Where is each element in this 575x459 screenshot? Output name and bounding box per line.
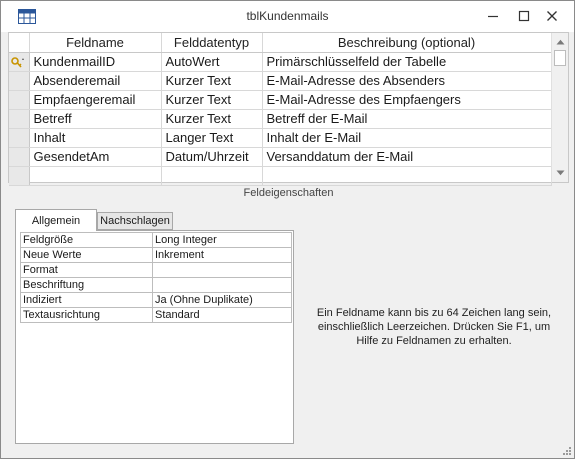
row-selector[interactable] <box>9 90 30 110</box>
field-row[interactable]: GesendetAm Datum/Uhrzeit Versanddatum de… <box>9 147 552 167</box>
scrollbar-thumb[interactable] <box>554 50 566 66</box>
vertical-scrollbar[interactable] <box>551 33 568 182</box>
property-name[interactable]: Indiziert <box>20 292 153 308</box>
property-row[interactable]: Feldgröße Long Integer <box>20 232 292 248</box>
column-header-data-type: Felddatentyp <box>161 33 263 53</box>
select-all-corner[interactable] <box>9 33 30 53</box>
field-table: Feldname Felddatentyp Beschreibung (opti… <box>9 33 552 186</box>
property-row[interactable]: Beschriftung <box>20 277 292 293</box>
property-value[interactable]: Standard <box>152 307 292 323</box>
column-header-description: Beschreibung (optional) <box>262 33 552 53</box>
tab-general[interactable]: Allgemein <box>15 209 97 231</box>
row-selector[interactable] <box>9 71 30 91</box>
row-selector[interactable] <box>9 147 30 167</box>
field-name-cell[interactable]: KundenmailID <box>29 52 162 72</box>
title-bar[interactable]: tblKundenmails <box>1 1 574 32</box>
field-description-cell[interactable]: Versanddatum der E-Mail <box>262 147 552 167</box>
property-name[interactable]: Textausrichtung <box>20 307 153 323</box>
field-row[interactable]: Empfaengeremail Kurzer Text E-Mail-Adres… <box>9 90 552 110</box>
field-type-cell[interactable]: Kurzer Text <box>161 71 263 91</box>
minimize-icon <box>488 15 498 18</box>
new-field-row[interactable] <box>9 166 552 186</box>
properties-panel: Feldgröße Long Integer Neue Werte Inkrem… <box>15 230 294 444</box>
close-button[interactable] <box>540 4 564 28</box>
property-value[interactable] <box>152 262 292 278</box>
row-selector[interactable] <box>9 128 30 148</box>
help-text: Ein Feldname kann bis zu 64 Zeichen lang… <box>316 307 552 347</box>
field-name-cell[interactable]: Empfaengeremail <box>29 90 162 110</box>
field-name-cell[interactable]: Betreff <box>29 109 162 129</box>
field-name-cell[interactable]: Absenderemail <box>29 71 162 91</box>
field-type-cell[interactable]: Langer Text <box>161 128 263 148</box>
row-selector[interactable] <box>9 109 30 129</box>
field-description-cell[interactable]: Primärschlüsselfeld der Tabelle <box>262 52 552 72</box>
field-type-cell[interactable]: AutoWert <box>161 52 263 72</box>
properties-table: Feldgröße Long Integer Neue Werte Inkrem… <box>20 232 292 323</box>
tab-lookup[interactable]: Nachschlagen <box>97 212 173 230</box>
field-row[interactable]: Inhalt Langer Text Inhalt der E-Mail <box>9 128 552 148</box>
close-icon <box>547 11 557 21</box>
field-name-cell[interactable] <box>29 166 162 186</box>
key-icon <box>11 56 24 68</box>
field-type-cell[interactable] <box>161 166 263 186</box>
scroll-down-icon[interactable] <box>556 170 565 176</box>
field-properties-label: Feldeigenschaften <box>243 187 334 199</box>
field-description-cell[interactable]: Betreff der E-Mail <box>262 109 552 129</box>
property-value[interactable]: Inkrement <box>152 247 292 263</box>
field-type-cell[interactable]: Kurzer Text <box>161 109 263 129</box>
minimize-button[interactable] <box>481 4 505 28</box>
column-header-field-name: Feldname <box>29 33 162 53</box>
grid-header-row: Feldname Felddatentyp Beschreibung (opti… <box>9 33 552 53</box>
maximize-button[interactable] <box>512 4 536 28</box>
property-name[interactable]: Beschriftung <box>20 277 153 293</box>
property-name[interactable]: Neue Werte <box>20 247 153 263</box>
property-row[interactable]: Format <box>20 262 292 278</box>
maximize-icon <box>518 10 530 22</box>
property-value[interactable] <box>152 277 292 293</box>
row-selector[interactable] <box>9 166 30 186</box>
resize-grip-icon[interactable] <box>562 446 572 456</box>
property-value[interactable]: Long Integer <box>152 232 292 248</box>
design-view-window: tblKundenmails Feldname Felddatentyp Bes… <box>0 0 575 459</box>
property-row[interactable]: Indiziert Ja (Ohne Duplikate) <box>20 292 292 308</box>
property-value[interactable]: Ja (Ohne Duplikate) <box>152 292 292 308</box>
field-name-cell[interactable]: GesendetAm <box>29 147 162 167</box>
field-description-cell[interactable]: E-Mail-Adresse des Empfaengers <box>262 90 552 110</box>
property-row[interactable]: Textausrichtung Standard <box>20 307 292 323</box>
field-type-cell[interactable]: Kurzer Text <box>161 90 263 110</box>
row-selector[interactable] <box>9 52 30 72</box>
field-row[interactable]: Betreff Kurzer Text Betreff der E-Mail <box>9 109 552 129</box>
field-description-cell[interactable] <box>262 166 552 186</box>
field-description-cell[interactable]: Inhalt der E-Mail <box>262 128 552 148</box>
property-name[interactable]: Feldgröße <box>20 232 153 248</box>
property-name[interactable]: Format <box>20 262 153 278</box>
field-name-cell[interactable]: Inhalt <box>29 128 162 148</box>
field-type-cell[interactable]: Datum/Uhrzeit <box>161 147 263 167</box>
property-row[interactable]: Neue Werte Inkrement <box>20 247 292 263</box>
field-description-cell[interactable]: E-Mail-Adresse des Absenders <box>262 71 552 91</box>
scroll-up-icon[interactable] <box>556 39 565 45</box>
field-row[interactable]: Absenderemail Kurzer Text E-Mail-Adresse… <box>9 71 552 91</box>
field-row[interactable]: KundenmailID AutoWert Primärschlüsselfel… <box>9 52 552 72</box>
field-grid: Feldname Felddatentyp Beschreibung (opti… <box>8 32 569 186</box>
